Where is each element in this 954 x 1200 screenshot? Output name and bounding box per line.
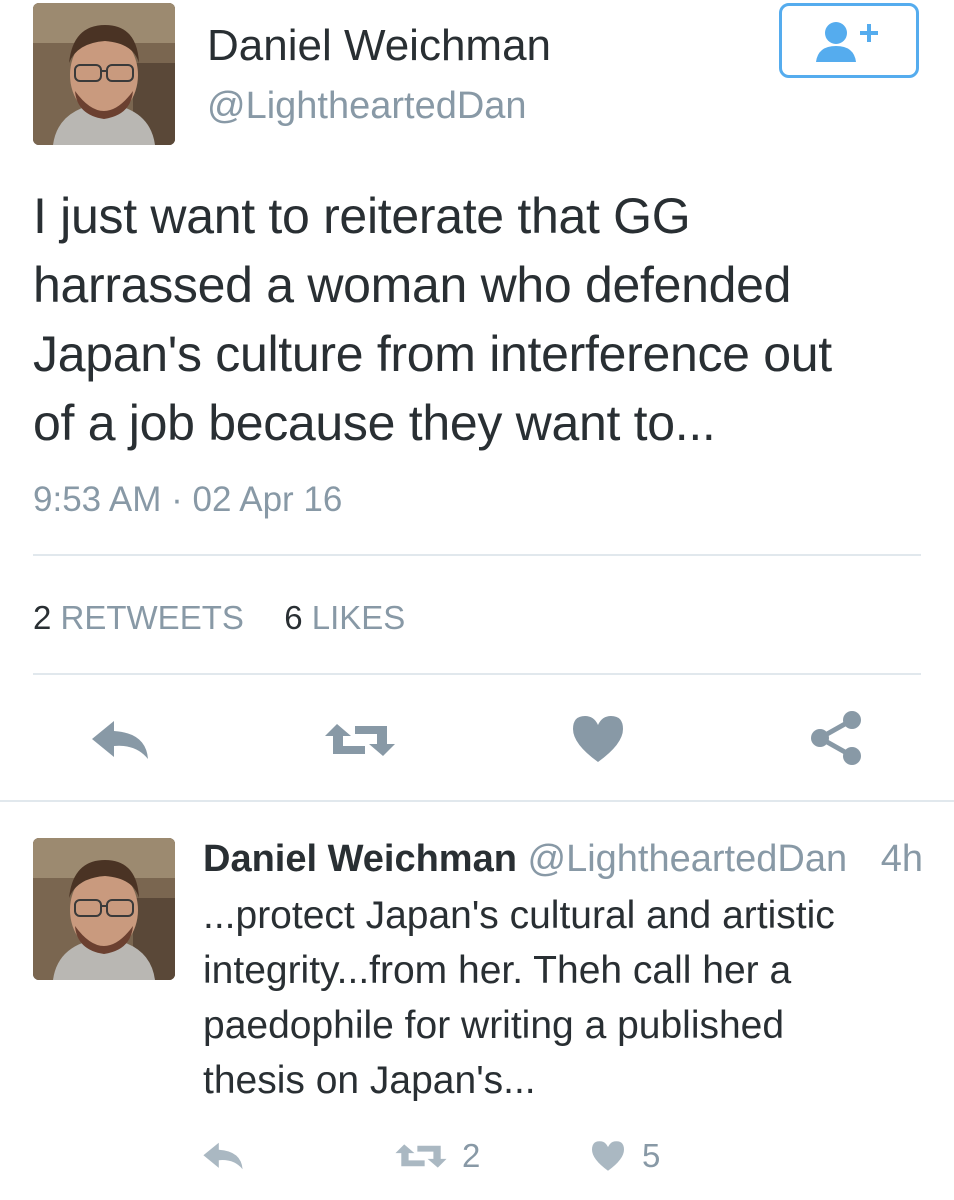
reply-like-count: 5 bbox=[642, 1137, 661, 1174]
tweet-text-line: of a job because they want to... bbox=[33, 395, 716, 451]
reply-button[interactable] bbox=[82, 710, 158, 770]
tweet-timestamp[interactable]: 9:53 AM · 02 Apr 16 bbox=[33, 477, 342, 523]
reply-text-line: integrity...from her. Theh call her a bbox=[203, 949, 792, 992]
reply-author-handle[interactable]: @LightheartedDan bbox=[528, 838, 848, 880]
share-button[interactable] bbox=[804, 706, 868, 770]
retweet-label: RETWEETS bbox=[60, 599, 244, 636]
reply-icon bbox=[92, 721, 148, 759]
reply-text-line: paedophile for writing a published bbox=[203, 1004, 785, 1047]
reply-author-avatar[interactable] bbox=[33, 838, 175, 980]
tweet-text-line: harrassed a woman who defended bbox=[33, 257, 792, 313]
tweet-text-line: Japan's culture from interference out bbox=[33, 326, 832, 382]
retweets-stat[interactable]: 2 RETWEETS bbox=[33, 599, 253, 636]
retweet-button[interactable] bbox=[318, 710, 402, 770]
divider bbox=[33, 554, 921, 556]
heart-icon bbox=[573, 716, 623, 762]
author-avatar[interactable] bbox=[33, 3, 175, 145]
likes-stat[interactable]: 6 LIKES bbox=[284, 599, 405, 636]
tweet-text: I just want to reiterate that GG harrass… bbox=[33, 182, 913, 458]
divider bbox=[33, 673, 921, 675]
reply-icon bbox=[203, 1142, 243, 1170]
reply-reply-button[interactable] bbox=[200, 1136, 246, 1176]
like-count: 6 bbox=[284, 599, 303, 636]
share-icon bbox=[811, 711, 861, 765]
heart-icon bbox=[592, 1141, 624, 1171]
author-name[interactable]: Daniel Weichman bbox=[207, 18, 551, 74]
tweet-text-line: I just want to reiterate that GG bbox=[33, 188, 691, 244]
like-button[interactable] bbox=[566, 708, 630, 770]
retweet-icon bbox=[325, 724, 395, 756]
reply-author-name[interactable]: Daniel Weichman bbox=[203, 838, 517, 880]
author-handle[interactable]: @LightheartedDan bbox=[207, 80, 527, 132]
reply-time[interactable]: 4h bbox=[881, 834, 923, 884]
reply-like-button[interactable]: 5 bbox=[590, 1136, 680, 1176]
retweet-icon bbox=[395, 1144, 447, 1168]
reply-text-line: ...protect Japan's cultural and artistic bbox=[203, 894, 835, 937]
reply-header: Daniel Weichman @LightheartedDan 4h bbox=[203, 834, 923, 884]
section-divider bbox=[0, 800, 954, 802]
tweet-stats: 2 RETWEETS 6 LIKES bbox=[33, 596, 405, 640]
avatar-photo bbox=[33, 838, 175, 980]
retweet-count: 2 bbox=[33, 599, 52, 636]
reply-retweet-count: 2 bbox=[462, 1137, 481, 1174]
reply-text: ...protect Japan's cultural and artistic… bbox=[203, 888, 923, 1108]
avatar-photo bbox=[33, 3, 175, 145]
add-user-icon bbox=[816, 21, 878, 62]
like-label: LIKES bbox=[311, 599, 406, 636]
follow-button[interactable] bbox=[779, 3, 919, 78]
reply-retweet-button[interactable]: 2 bbox=[394, 1136, 494, 1176]
reply-text-line: thesis on Japan's... bbox=[203, 1059, 536, 1102]
